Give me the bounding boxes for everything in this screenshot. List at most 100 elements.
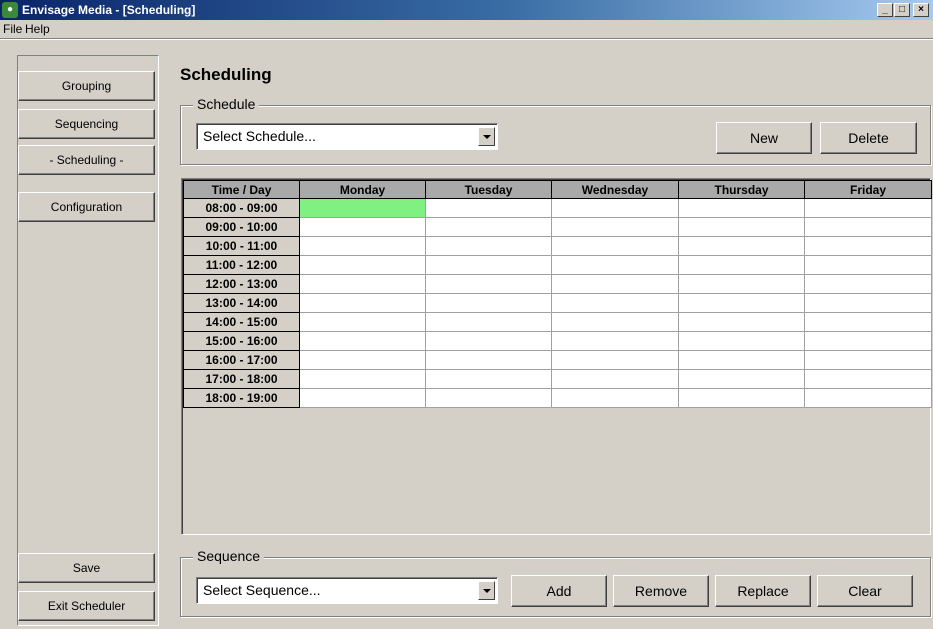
grid-header: Monday: [299, 180, 426, 199]
add-button[interactable]: Add: [511, 575, 607, 607]
schedule-cell-tuesday[interactable]: [425, 255, 552, 275]
menu-file[interactable]: File: [3, 22, 22, 36]
time-slot-label: 12:00 - 13:00: [183, 274, 300, 294]
schedule-cell-monday[interactable]: [299, 388, 426, 408]
schedule-cell-wednesday[interactable]: [551, 274, 679, 294]
schedule-cell-friday[interactable]: [804, 236, 932, 256]
schedule-cell-thursday[interactable]: [678, 198, 805, 218]
schedule-cell-thursday[interactable]: [678, 388, 805, 408]
schedule-row: 15:00 - 16:00: [183, 331, 932, 351]
sidebar-panel: [17, 55, 159, 626]
schedule-cell-tuesday[interactable]: [425, 217, 552, 237]
time-slot-label: 14:00 - 15:00: [183, 312, 300, 332]
schedule-cell-wednesday[interactable]: [551, 369, 679, 389]
schedule-cell-tuesday[interactable]: [425, 293, 552, 313]
chevron-down-icon[interactable]: [478, 581, 495, 600]
schedule-cell-monday[interactable]: [299, 255, 426, 275]
schedule-cell-monday[interactable]: [299, 198, 426, 218]
schedule-cell-friday[interactable]: [804, 312, 932, 332]
window-title: Envisage Media - [Scheduling]: [22, 3, 196, 17]
schedule-row: 10:00 - 11:00: [183, 236, 932, 256]
schedule-cell-wednesday[interactable]: [551, 293, 679, 313]
schedule-row: 16:00 - 17:00: [183, 350, 932, 370]
time-slot-label: 11:00 - 12:00: [183, 255, 300, 275]
time-slot-label: 17:00 - 18:00: [183, 369, 300, 389]
schedule-cell-wednesday[interactable]: [551, 217, 679, 237]
schedule-row: 13:00 - 14:00: [183, 293, 932, 313]
time-slot-label: 10:00 - 11:00: [183, 236, 300, 256]
envisage-app-icon[interactable]: ●: [2, 2, 18, 18]
schedule-cell-thursday[interactable]: [678, 255, 805, 275]
schedule-cell-thursday[interactable]: [678, 236, 805, 256]
maximize-button[interactable]: □: [894, 3, 910, 17]
schedule-row: 14:00 - 15:00: [183, 312, 932, 332]
schedule-cell-wednesday[interactable]: [551, 331, 679, 351]
schedule-cell-tuesday[interactable]: [425, 312, 552, 332]
schedule-cell-tuesday[interactable]: [425, 388, 552, 408]
schedule-cell-wednesday[interactable]: [551, 312, 679, 332]
schedule-row: 08:00 - 09:00: [183, 198, 932, 218]
schedule-cell-monday[interactable]: [299, 350, 426, 370]
schedule-cell-wednesday[interactable]: [551, 198, 679, 218]
schedule-cell-monday[interactable]: [299, 236, 426, 256]
schedule-row: 18:00 - 19:00: [183, 388, 932, 408]
schedule-cell-thursday[interactable]: [678, 369, 805, 389]
nav-sequencing-button[interactable]: Sequencing: [18, 109, 155, 139]
schedule-cell-tuesday[interactable]: [425, 198, 552, 218]
schedule-cell-friday[interactable]: [804, 331, 932, 351]
schedule-select[interactable]: Select Schedule...: [196, 123, 498, 150]
schedule-cell-wednesday[interactable]: [551, 236, 679, 256]
remove-button[interactable]: Remove: [613, 575, 709, 607]
schedule-cell-thursday[interactable]: [678, 331, 805, 351]
time-slot-label: 15:00 - 16:00: [183, 331, 300, 351]
replace-button[interactable]: Replace: [715, 575, 811, 607]
schedule-cell-thursday[interactable]: [678, 350, 805, 370]
schedule-cell-monday[interactable]: [299, 293, 426, 313]
nav-configuration-button[interactable]: Configuration: [18, 192, 155, 222]
schedule-cell-friday[interactable]: [804, 293, 932, 313]
schedule-row: 09:00 - 10:00: [183, 217, 932, 237]
schedule-cell-monday[interactable]: [299, 217, 426, 237]
schedule-cell-monday[interactable]: [299, 274, 426, 294]
close-button[interactable]: ×: [913, 3, 929, 17]
menu-help[interactable]: Help: [25, 22, 50, 36]
schedule-cell-wednesday[interactable]: [551, 255, 679, 275]
schedule-cell-monday[interactable]: [299, 312, 426, 332]
schedule-row: 12:00 - 13:00: [183, 274, 932, 294]
schedule-cell-tuesday[interactable]: [425, 274, 552, 294]
exit-scheduler-button[interactable]: Exit Scheduler: [18, 591, 155, 621]
schedule-cell-thursday[interactable]: [678, 293, 805, 313]
schedule-grid: Time / Day Monday Tuesday Wednesday Thur…: [183, 180, 932, 408]
title-bar: ● Envisage Media - [Scheduling] _ □ ×: [0, 0, 933, 20]
chevron-down-icon[interactable]: [478, 127, 495, 146]
schedule-cell-tuesday[interactable]: [425, 331, 552, 351]
save-button[interactable]: Save: [18, 553, 155, 583]
schedule-cell-tuesday[interactable]: [425, 350, 552, 370]
delete-schedule-button[interactable]: Delete: [820, 122, 917, 154]
schedule-cell-friday[interactable]: [804, 350, 932, 370]
schedule-cell-friday[interactable]: [804, 255, 932, 275]
sequence-select[interactable]: Select Sequence...: [196, 577, 498, 604]
schedule-cell-monday[interactable]: [299, 331, 426, 351]
schedule-cell-wednesday[interactable]: [551, 350, 679, 370]
schedule-cell-thursday[interactable]: [678, 312, 805, 332]
schedule-cell-tuesday[interactable]: [425, 236, 552, 256]
sequence-select-value: Select Sequence...: [203, 582, 321, 598]
schedule-cell-friday[interactable]: [804, 369, 932, 389]
nav-grouping-button[interactable]: Grouping: [18, 71, 155, 101]
nav-scheduling-button[interactable]: - Scheduling -: [18, 145, 155, 175]
schedule-select-value: Select Schedule...: [203, 128, 316, 144]
minimize-button[interactable]: _: [877, 3, 893, 17]
grid-header: Thursday: [678, 180, 805, 199]
schedule-cell-friday[interactable]: [804, 388, 932, 408]
schedule-cell-thursday[interactable]: [678, 217, 805, 237]
new-schedule-button[interactable]: New: [716, 122, 812, 154]
clear-button[interactable]: Clear: [817, 575, 913, 607]
schedule-cell-tuesday[interactable]: [425, 369, 552, 389]
schedule-cell-thursday[interactable]: [678, 274, 805, 294]
schedule-cell-friday[interactable]: [804, 217, 932, 237]
schedule-cell-friday[interactable]: [804, 274, 932, 294]
schedule-cell-monday[interactable]: [299, 369, 426, 389]
schedule-cell-friday[interactable]: [804, 198, 932, 218]
schedule-cell-wednesday[interactable]: [551, 388, 679, 408]
